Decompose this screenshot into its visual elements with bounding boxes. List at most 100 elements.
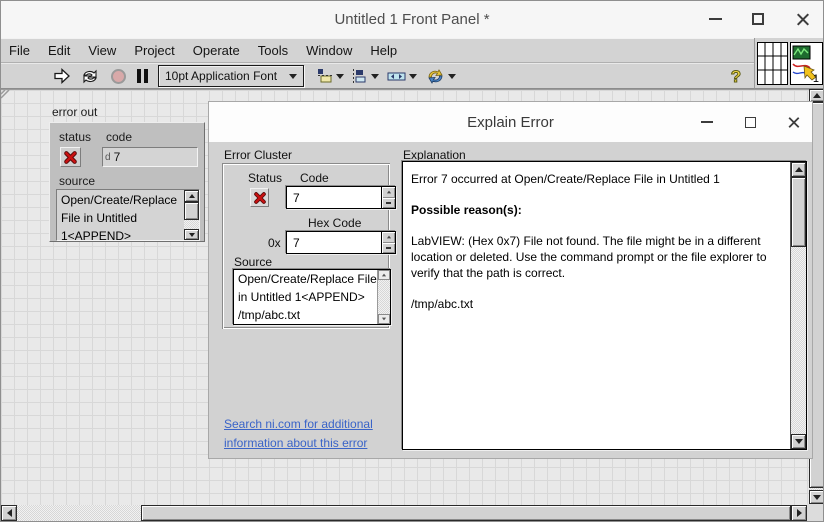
abort-button[interactable]: [108, 65, 128, 87]
menu-window[interactable]: Window: [306, 43, 352, 58]
arrow-right-icon: [797, 509, 802, 517]
font-selector-value: 10pt Application Font: [165, 69, 289, 83]
menu-view[interactable]: View: [88, 43, 116, 58]
run-button[interactable]: [51, 65, 73, 87]
code-spinner[interactable]: [381, 187, 395, 208]
decrement-button[interactable]: [382, 198, 395, 209]
source-scrollbar[interactable]: [184, 190, 199, 240]
menu-tools[interactable]: Tools: [258, 43, 288, 58]
horizontal-scrollbar[interactable]: [1, 505, 807, 521]
possible-reasons-header: Possible reason(s):: [411, 202, 777, 218]
increment-button[interactable]: [382, 232, 395, 243]
dialog-minimize-button[interactable]: [687, 104, 727, 140]
error-source-box[interactable]: Open/Create/Replace File in Untitled 1<A…: [56, 189, 200, 241]
menu-help[interactable]: Help: [370, 43, 397, 58]
source-scrollbar[interactable]: [377, 270, 390, 324]
scrollbar-corner: [807, 504, 824, 522]
minimize-icon: [709, 18, 722, 20]
scroll-up-button[interactable]: [378, 270, 390, 280]
run-continuously-icon: [80, 68, 100, 85]
reorder-objects-button[interactable]: [425, 65, 457, 87]
font-selector[interactable]: 10pt Application Font: [158, 65, 304, 87]
arrow-left-icon: [7, 509, 12, 517]
abort-execution-icon: [111, 69, 126, 84]
distribute-objects-button[interactable]: [350, 65, 380, 87]
reorder-objects-icon: [426, 68, 445, 85]
menu-operate[interactable]: Operate: [193, 43, 240, 58]
vi-number: 1: [813, 73, 819, 85]
menu-file[interactable]: File: [9, 43, 30, 58]
menu-project[interactable]: Project: [134, 43, 174, 58]
scroll-up-button[interactable]: [184, 190, 199, 202]
code-value: 7: [287, 191, 381, 205]
error-x-icon: [254, 192, 266, 204]
maximize-button[interactable]: [738, 1, 778, 37]
scroll-thumb[interactable]: [791, 177, 806, 247]
dialog-close-button[interactable]: [773, 104, 813, 140]
scroll-thumb[interactable]: [184, 202, 199, 220]
explanation-label: Explanation: [403, 148, 466, 162]
scroll-down-button[interactable]: [791, 434, 806, 449]
align-objects-button[interactable]: [316, 65, 344, 87]
help-icon: ?: [731, 68, 741, 85]
minimize-button[interactable]: [695, 1, 735, 37]
explanation-box[interactable]: Error 7 occurred at Open/Create/Replace …: [402, 161, 807, 450]
explanation-scrollbar[interactable]: [790, 162, 806, 449]
help-button[interactable]: ?: [726, 65, 746, 87]
arrow-down-icon: [813, 495, 821, 500]
run-continuously-button[interactable]: [78, 65, 102, 87]
status-label: Status: [248, 171, 282, 185]
scroll-down-button[interactable]: [184, 229, 199, 240]
increment-button[interactable]: [382, 187, 395, 198]
menu-edit[interactable]: Edit: [48, 43, 70, 58]
window-title: Untitled 1 Front Panel *: [334, 11, 489, 28]
arrow-up-icon: [386, 191, 390, 194]
alignment-grid-icon[interactable]: [757, 42, 788, 85]
vi-icon[interactable]: 1: [790, 42, 823, 85]
chevron-down-icon: [371, 74, 379, 79]
align-objects-icon: [317, 68, 333, 84]
resize-objects-icon: [387, 68, 406, 84]
resize-objects-button[interactable]: [386, 65, 418, 87]
distribute-objects-icon: [351, 68, 368, 84]
error-status-indicator[interactable]: [60, 147, 81, 167]
error-x-icon: [64, 151, 77, 164]
explanation-reason: LabVIEW: (Hex 0x7) File not found. The f…: [411, 233, 777, 281]
run-icon: [53, 68, 71, 84]
close-button[interactable]: [782, 1, 822, 37]
status-indicator[interactable]: [250, 188, 269, 207]
h-scroll-right-button[interactable]: [791, 505, 807, 521]
panel-origin-marker: [1, 90, 13, 102]
code-field[interactable]: 7: [286, 186, 396, 209]
scroll-up-button[interactable]: [791, 162, 806, 177]
source-box[interactable]: Open/Create/Replace File in Untitled 1<A…: [233, 269, 391, 325]
arrow-up-icon: [189, 194, 195, 198]
error-out-label: error out: [52, 105, 97, 119]
dialog-maximize-button[interactable]: [730, 104, 770, 140]
maximize-icon: [745, 117, 756, 128]
menu-bar: File Edit View Project Operate Tools Win…: [1, 38, 754, 63]
hex-prefix: 0x: [268, 236, 281, 250]
hex-spinner[interactable]: [381, 232, 395, 253]
decrement-button[interactable]: [382, 243, 395, 254]
arrow-down-icon: [386, 247, 391, 249]
arrow-down-icon: [189, 233, 195, 237]
dialog-title: Explain Error: [467, 114, 554, 131]
v-scroll-down-button[interactable]: [809, 490, 824, 504]
code-label: code: [106, 130, 132, 144]
error-cluster-label: Error Cluster: [224, 148, 292, 162]
chevron-down-icon: [336, 74, 344, 79]
chevron-down-icon: [289, 74, 297, 79]
pause-icon: [137, 69, 141, 83]
arrow-up-icon: [795, 167, 803, 172]
scroll-down-button[interactable]: [378, 314, 390, 324]
status-label: status: [59, 130, 91, 144]
h-scroll-thumb[interactable]: [141, 505, 791, 521]
h-scroll-left-button[interactable]: [1, 505, 17, 521]
error-code-field[interactable]: d 7: [102, 147, 198, 167]
search-ni-link[interactable]: Search ni.com for additional information…: [224, 415, 373, 453]
hex-code-field[interactable]: 7: [286, 231, 396, 254]
pause-button[interactable]: [133, 65, 151, 87]
minimize-icon: [701, 121, 713, 123]
arrow-up-icon: [382, 274, 386, 277]
